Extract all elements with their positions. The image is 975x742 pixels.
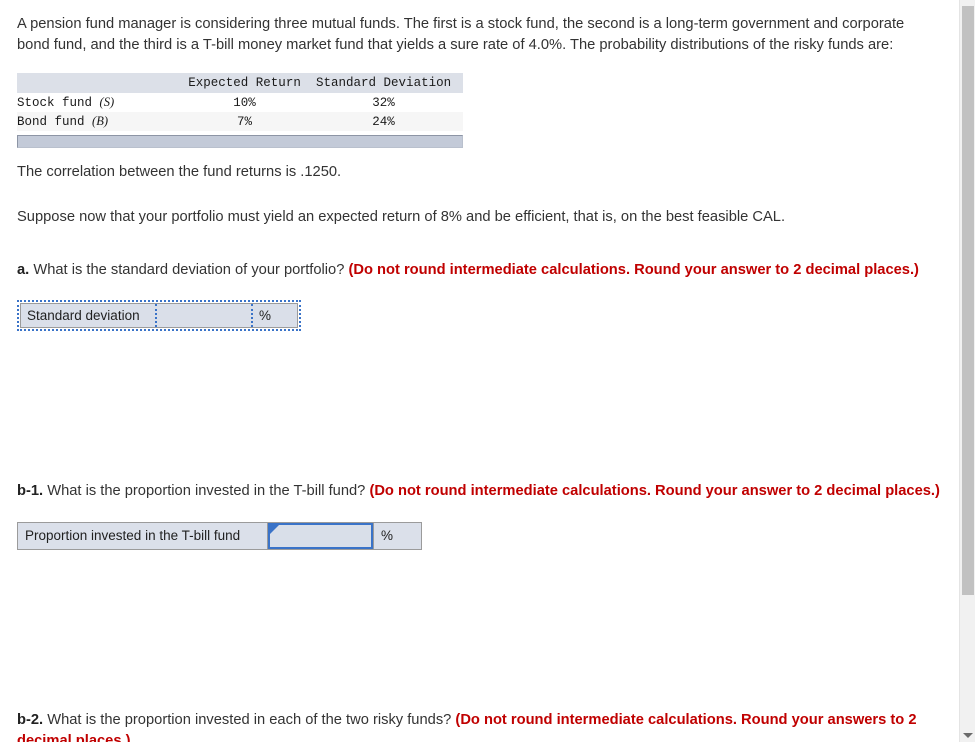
tbill-proportion-input[interactable]	[268, 523, 373, 549]
page-vertical-scrollbar[interactable]	[959, 0, 975, 742]
col-header-standard-deviation: Standard Deviation	[312, 73, 463, 93]
fund-symbol-text: (S)	[99, 95, 115, 109]
question-a-answer-widget[interactable]: Standard deviation %	[17, 300, 301, 331]
scroll-down-arrow-icon[interactable]	[963, 733, 973, 738]
col-header-blank	[17, 73, 185, 93]
col-header-expected-return: Expected Return	[185, 73, 313, 93]
table-row: Stock fund (S) 10% 32%	[17, 93, 463, 112]
fund-symbol-text: (B)	[92, 114, 108, 128]
fund-name-cell: Bond fund (B)	[17, 112, 185, 131]
fund-name-text: Bond fund	[17, 115, 85, 129]
question-a-answer-row: Standard deviation %	[20, 303, 298, 328]
table-row: Bond fund (B) 7% 24%	[17, 112, 463, 131]
question-a-prompt: What is the standard deviation of your p…	[29, 262, 349, 278]
cell-flag-icon	[270, 525, 279, 534]
table-header-row: Expected Return Standard Deviation	[17, 73, 463, 93]
fund-data-table-container: Expected Return Standard Deviation Stock…	[17, 73, 463, 148]
scrollbar-thumb[interactable]	[962, 6, 974, 595]
question-b1-answer-widget[interactable]: Proportion invested in the T-bill fund %	[17, 522, 422, 550]
fund-expected-return-cell: 10%	[185, 93, 313, 112]
question-b2-text: b-2. What is the proportion invested in …	[17, 710, 952, 742]
question-b2-prompt: What is the proportion invested in each …	[43, 712, 456, 728]
question-b1-unit-label: %	[374, 523, 421, 549]
question-a-row-label: Standard deviation	[21, 304, 157, 327]
fund-table-horizontal-scrollbar[interactable]	[17, 135, 463, 148]
suppose-text: Suppose now that your portfolio must yie…	[17, 209, 786, 225]
fund-standard-deviation-cell: 32%	[312, 93, 463, 112]
correlation-text: The correlation between the fund returns…	[17, 164, 342, 180]
question-b2-label: b-2.	[17, 712, 44, 728]
standard-deviation-input[interactable]	[157, 304, 253, 327]
question-a-instruction: (Do not round intermediate calculations.…	[348, 262, 919, 278]
question-b1-row-label: Proportion invested in the T-bill fund	[18, 523, 268, 549]
question-b1-text: b-1. What is the proportion invested in …	[17, 481, 952, 502]
intro-paragraph: A pension fund manager is considering th…	[17, 16, 905, 53]
question-b1-label: b-1.	[17, 483, 44, 499]
question-b1-instruction: (Do not round intermediate calculations.…	[369, 483, 940, 499]
page-scroll-area[interactable]: A pension fund manager is considering th…	[0, 0, 957, 742]
fund-data-table: Expected Return Standard Deviation Stock…	[17, 73, 463, 131]
question-b1-prompt: What is the proportion invested in the T…	[43, 483, 370, 499]
fund-expected-return-cell: 7%	[185, 112, 313, 131]
fund-name-text: Stock fund	[17, 96, 93, 110]
question-a-text: a. What is the standard deviation of you…	[17, 260, 952, 281]
tbill-proportion-input-wrapper[interactable]	[268, 523, 374, 549]
question-a-unit-label: %	[253, 304, 297, 327]
fund-standard-deviation-cell: 24%	[312, 112, 463, 131]
fund-name-cell: Stock fund (S)	[17, 93, 185, 112]
question-a-label: a.	[17, 262, 30, 278]
